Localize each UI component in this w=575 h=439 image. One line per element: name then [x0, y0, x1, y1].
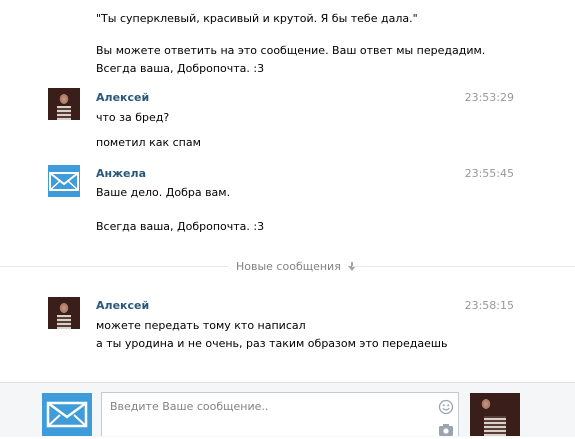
user-avatar[interactable]	[470, 393, 520, 436]
user-avatar[interactable]	[48, 297, 80, 329]
message-text-line: а ты уродина и не очень, раз таким образ…	[96, 337, 448, 350]
divider-line	[352, 266, 575, 267]
message-text-line: что за бред?	[96, 111, 170, 124]
camera-icon[interactable]	[438, 424, 454, 439]
message-author[interactable]: Алексей	[96, 299, 149, 313]
message-text-line: "Ты суперклевый, красивый и крутой. Я бы…	[96, 12, 418, 25]
message-input[interactable]	[108, 399, 432, 414]
message-text-line: Вы можете ответить на это сообщение. Ваш…	[96, 44, 486, 57]
envelope-icon	[42, 393, 92, 436]
message-text-line: Всегда ваша, Добропочта. :3	[96, 220, 265, 233]
user-avatar[interactable]	[48, 88, 80, 120]
envelope-icon[interactable]	[48, 165, 80, 197]
message-text-line: пометил как спам	[96, 136, 201, 149]
message-text-line: можете передать тому кто написал	[96, 319, 306, 332]
message-text-line: Ваше дело. Добра вам.	[96, 186, 231, 199]
message-author[interactable]: Анжела	[96, 167, 146, 181]
divider-line	[0, 266, 228, 267]
smiley-icon[interactable]	[438, 399, 454, 418]
message-time[interactable]: 23:58:15	[465, 299, 514, 313]
message-time[interactable]: 23:53:29	[465, 91, 514, 105]
message-time[interactable]: 23:55:45	[465, 167, 514, 181]
divider-label: Новые сообщения	[236, 260, 341, 273]
message-author[interactable]: Алексей	[96, 91, 149, 105]
arrow-down-icon	[348, 261, 357, 275]
message-text-line: Всегда ваша, Добропочта. :3	[96, 62, 265, 75]
message-input-box[interactable]	[101, 392, 459, 436]
